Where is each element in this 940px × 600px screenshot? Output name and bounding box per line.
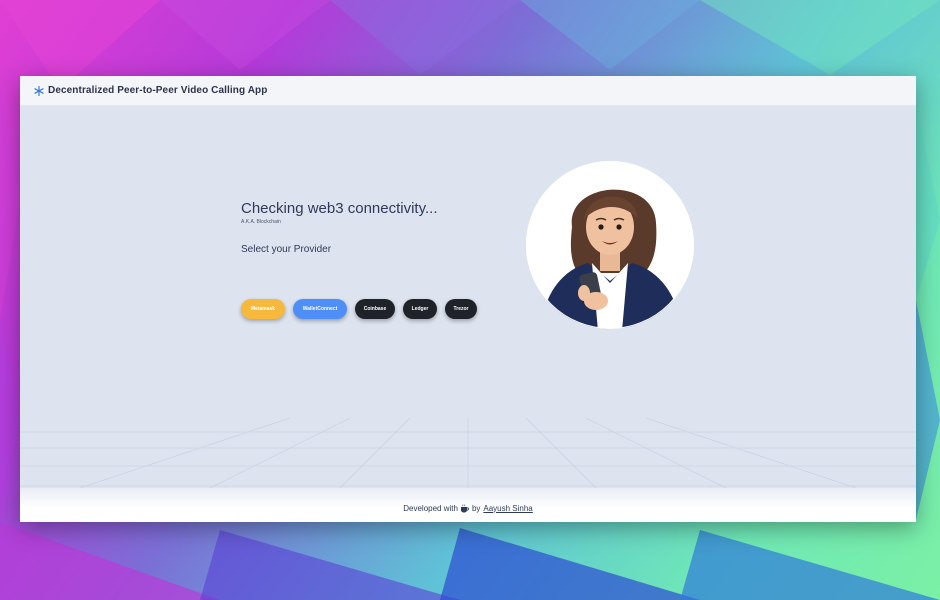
walletconnect-button[interactable]: WalletConnect (293, 299, 347, 319)
author-link[interactable]: Aayush Sinha (483, 504, 532, 513)
provider-section-label: Select your Provider (241, 244, 332, 255)
snowflake-logo-icon[interactable] (34, 85, 44, 96)
navbar: Decentralized Peer-to-Peer Video Calling… (20, 76, 916, 106)
footer-prefix: Developed with (403, 503, 458, 513)
ledger-button[interactable]: Ledger (403, 299, 437, 319)
main-content: Checking web3 connectivity... A.K.A. Blo… (20, 105, 916, 488)
avatar-illustration (526, 161, 694, 329)
page-headline: Checking web3 connectivity... (241, 200, 438, 217)
provider-button-group: Metamask WalletConnect Coinbase Ledger T… (241, 299, 477, 319)
metamask-button[interactable]: Metamask (241, 299, 285, 319)
page-subhead: A.K.A. Blockchain (241, 219, 281, 225)
coinbase-button[interactable]: Coinbase (355, 299, 395, 319)
coffee-icon (460, 503, 470, 513)
footer-by: by (471, 503, 481, 513)
app-window: Decentralized Peer-to-Peer Video Calling… (20, 76, 916, 522)
grid-floor-decoration (20, 418, 916, 488)
footer: Developed with by Aayush Sinha (20, 488, 916, 522)
app-title[interactable]: Decentralized Peer-to-Peer Video Calling… (48, 85, 267, 96)
trezor-button[interactable]: Trezor (445, 299, 477, 319)
